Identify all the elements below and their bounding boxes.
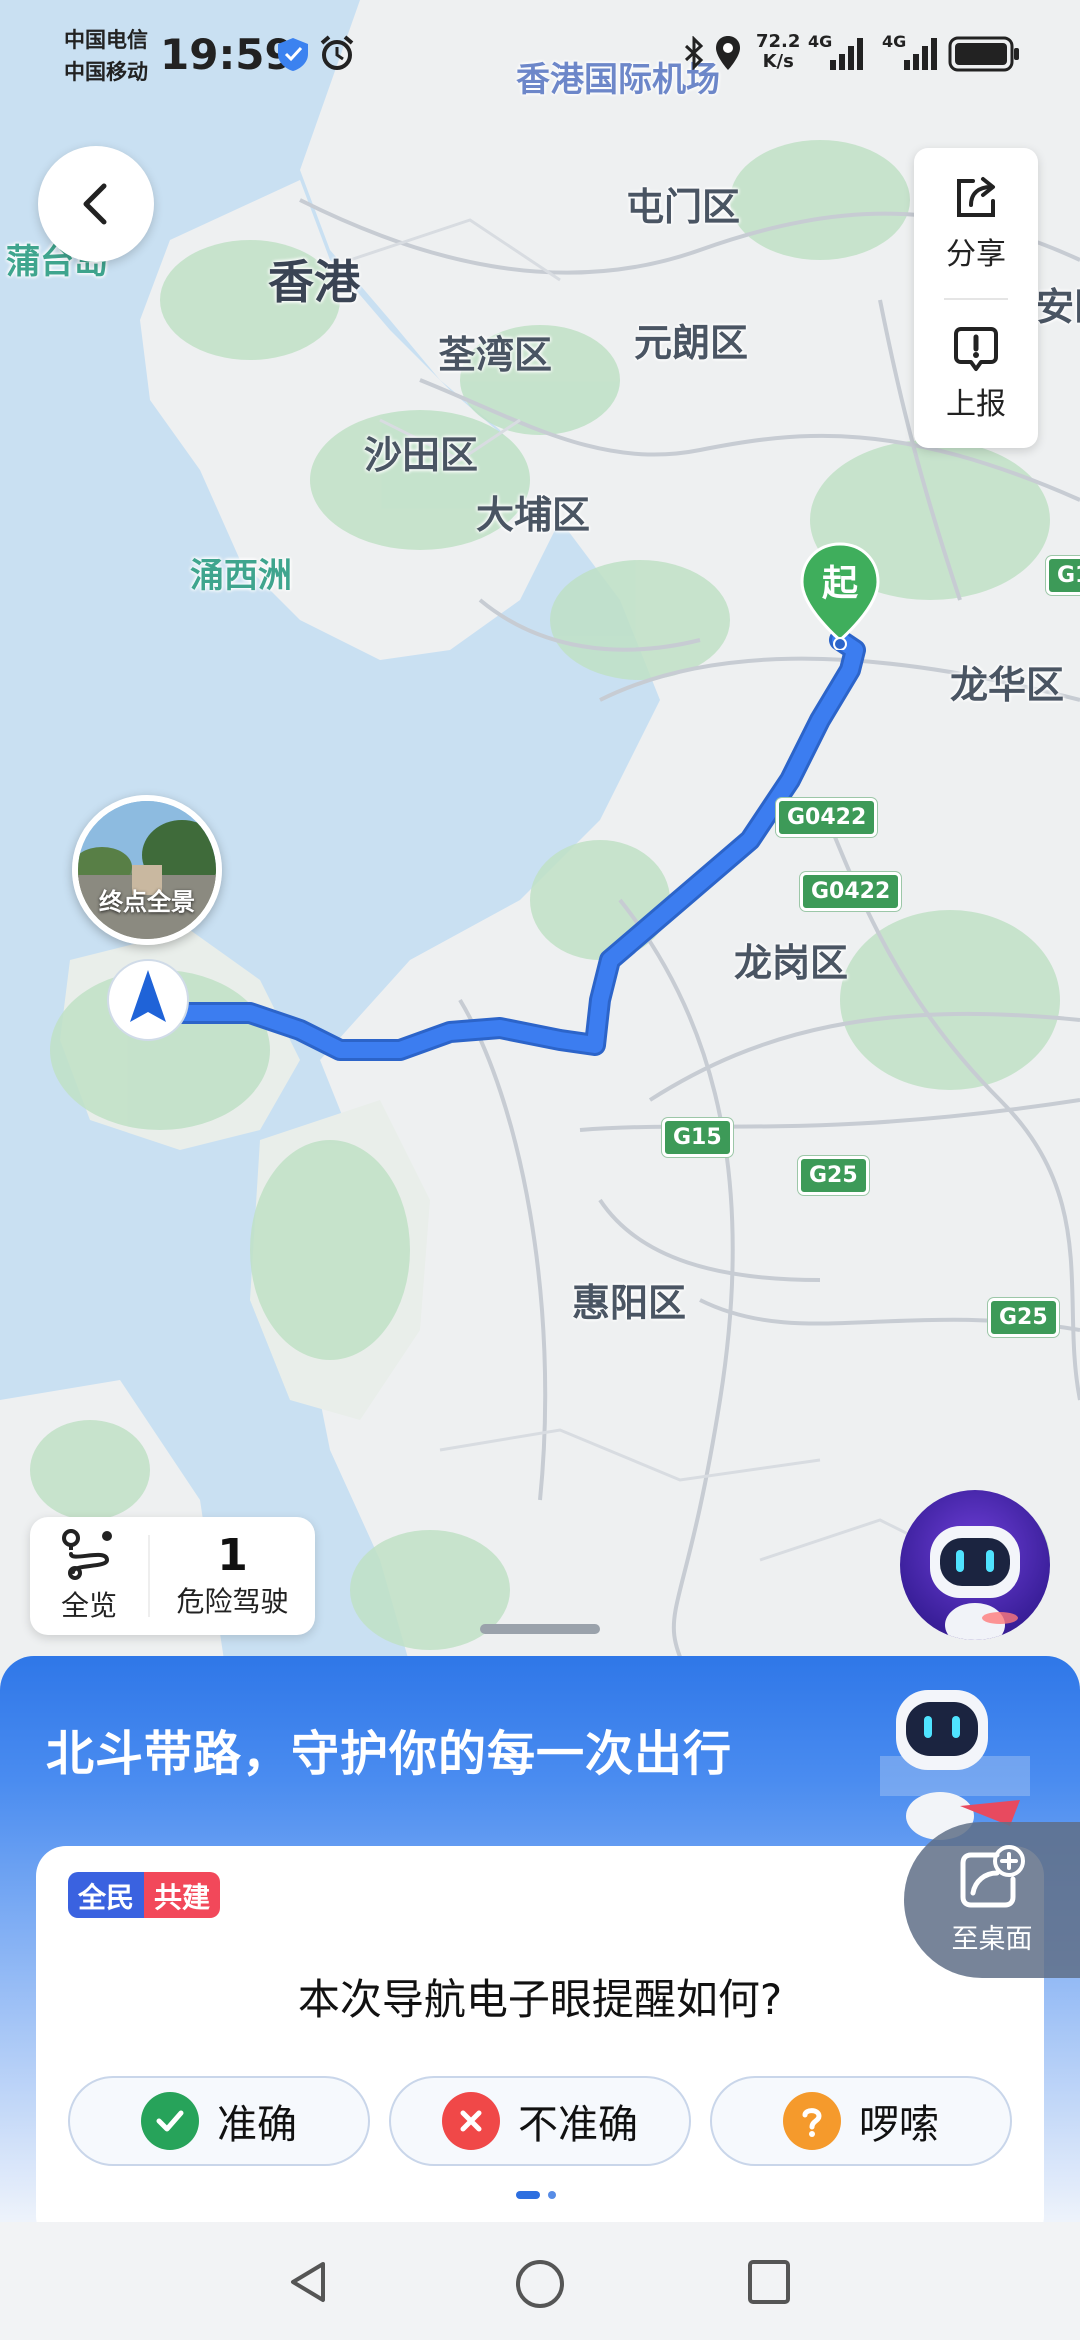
route-overview-icon (62, 1529, 112, 1580)
system-nav-bar (0, 2222, 1080, 2340)
clock: 19:59 (160, 30, 294, 79)
alarm-icon (320, 35, 354, 70)
to-desktop-button[interactable]: 至桌面 (904, 1822, 1080, 1978)
accurate-label: 准确 (217, 2102, 297, 2148)
overview-label: 全览 (60, 1589, 117, 1622)
signal-strength-icon (830, 38, 863, 70)
map-label-taipo: 大埔区 (476, 493, 591, 537)
cross-icon (442, 2092, 500, 2150)
to-desktop-label: 至桌面 (951, 1923, 1033, 1955)
route-info-card: 全览 1 危险驾驶 (30, 1517, 315, 1635)
nav-recents-icon[interactable] (746, 2258, 792, 2306)
add-to-desktop-icon (960, 1844, 1025, 1907)
overview-button[interactable]: 全览 (30, 1517, 148, 1635)
verbose-button[interactable]: 啰嗦 (710, 2076, 1012, 2166)
share-button[interactable]: 分享 (914, 148, 1038, 298)
location-icon (716, 36, 740, 70)
share-label: 分享 (946, 237, 1006, 272)
badge-left: 全民 (68, 1872, 145, 1918)
map-label-longgang: 龙岗区 (734, 941, 849, 985)
pager-dots (516, 2191, 556, 2199)
verbose-label: 啰嗦 (859, 2102, 939, 2148)
back-button[interactable] (38, 146, 154, 262)
report-icon (954, 327, 998, 371)
badge-right: 共建 (144, 1872, 221, 1918)
map-label-yuenlong: 元朗区 (634, 321, 749, 365)
map-label-tsuenwan: 荃湾区 (438, 333, 553, 377)
carrier-1: 中国电信 (64, 28, 148, 52)
map-label-shatin: 沙田区 (364, 433, 479, 477)
inaccurate-label: 不准确 (518, 2102, 638, 2148)
highway-shield: G0422 (800, 872, 902, 911)
bluetooth-icon (684, 36, 704, 70)
robot-assistant-icon (930, 1526, 1020, 1640)
start-marker-label: 起 (821, 563, 858, 604)
highway-shield: G0422 (776, 798, 878, 837)
net-speed-value: 72.2 (756, 31, 801, 52)
map-label-longhua: 龙华区 (950, 663, 1065, 707)
highway-shield: G25 (798, 1156, 869, 1195)
community-badge: 全民 共建 (68, 1872, 221, 1918)
highway-shield: G15 (662, 1118, 733, 1157)
start-marker[interactable]: 起 (798, 540, 882, 654)
battery-icon (948, 36, 1019, 72)
signal-strength-icon (904, 38, 937, 70)
current-location-icon (107, 959, 189, 1041)
report-label: 上报 (946, 387, 1006, 422)
nav-back-icon[interactable] (285, 2258, 331, 2306)
net-speed: 72.2 K/s (756, 32, 800, 72)
share-icon (957, 177, 995, 217)
map-label-huiyang: 惠阳区 (572, 1281, 687, 1325)
shield-check-icon (278, 38, 308, 71)
panorama-thumbnail (78, 801, 216, 939)
map-label-yungshue: 涌西洲 (190, 556, 292, 596)
banner-robot-icon (880, 1690, 1030, 1840)
check-icon (141, 2092, 199, 2150)
sheet-drag-handle[interactable] (480, 1624, 600, 1634)
carrier-2: 中国移动 (64, 60, 148, 84)
nav-home-icon[interactable] (514, 2258, 566, 2310)
map-label-hongkong: 香港 (268, 255, 360, 309)
feedback-question: 本次导航电子眼提醒如何? (297, 1975, 783, 2024)
danger-count: 1 (217, 1530, 248, 1581)
endpoint-panorama[interactable]: 终点全景 (72, 795, 222, 945)
endpoint-panorama-label: 终点全景 (99, 888, 195, 916)
pager-dot-active (516, 2191, 540, 2199)
inaccurate-button[interactable]: 不准确 (389, 2076, 691, 2166)
chevron-left-icon (83, 183, 107, 225)
net-speed-unit: K/s (762, 51, 794, 72)
report-button[interactable]: 上报 (914, 298, 1038, 448)
highway-shield: G1 (1046, 556, 1080, 595)
voice-assistant-button[interactable] (900, 1490, 1050, 1640)
pager-dot (548, 2191, 556, 2199)
status-bar: 中国电信 中国移动 19:59 72.2 K/s 4G 4G (0, 0, 1080, 110)
feedback-card: 全民 共建 本次导航电子眼提醒如何? 准确 不准确 啰嗦 (36, 1846, 1044, 2222)
highway-shield: G25 (988, 1298, 1059, 1337)
accurate-button[interactable]: 准确 (68, 2076, 370, 2166)
banner-slogan: 北斗带路，守护你的每一次出行 (46, 1726, 733, 1782)
question-icon (783, 2092, 841, 2150)
map-label-tuenmun: 屯门区 (626, 185, 741, 229)
map-label-right-edge: 安区 (1036, 285, 1080, 329)
map-toolbar: 分享 上报 (914, 148, 1038, 448)
danger-driving-button[interactable]: 1 危险驾驶 (150, 1517, 315, 1635)
danger-label: 危险驾驶 (176, 1585, 289, 1618)
